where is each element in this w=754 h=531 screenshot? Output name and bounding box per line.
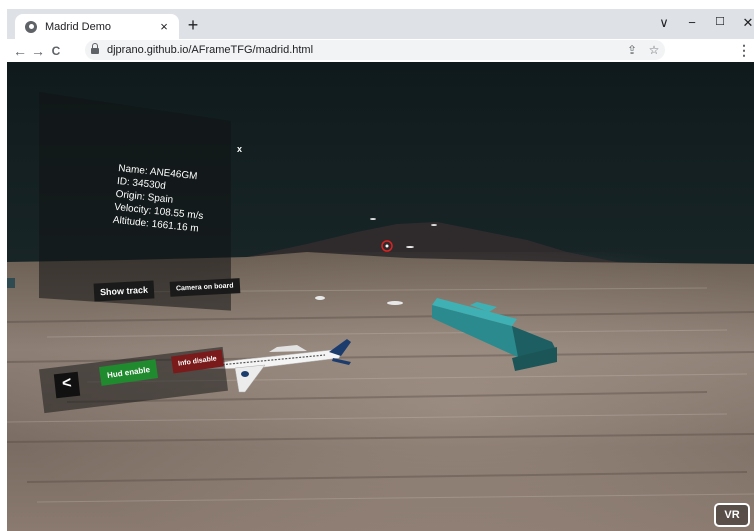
close-window-button[interactable]: ✕ [738, 15, 754, 31]
tab-close-button[interactable]: × [155, 19, 173, 34]
browser-toolbar: ← → C djprano.github.io/AFrameTFG/madrid… [7, 39, 754, 62]
hud-back-button[interactable]: < [53, 371, 81, 399]
info-close-button[interactable]: x [237, 144, 242, 154]
browser-window: Madrid Demo × + ∨ − ☐ ✕ ← → C djprano.gi… [7, 9, 754, 531]
tab-madrid-demo[interactable]: Madrid Demo × [15, 14, 179, 39]
share-icon[interactable]: ⇪ [621, 43, 643, 57]
url-text[interactable]: djprano.github.io/AFrameTFG/madrid.html [107, 44, 621, 56]
new-tab-button[interactable]: + [182, 14, 204, 36]
address-bar[interactable]: djprano.github.io/AFrameTFG/madrid.html … [85, 40, 665, 60]
lock-icon [91, 43, 99, 54]
flight-info: Name: ANE46GM ID: 34530d Origin: Spain V… [112, 162, 208, 236]
vr-mode-button[interactable]: VR [714, 503, 750, 527]
tab-search-button[interactable]: ∨ [654, 15, 674, 31]
minimize-button[interactable]: − [682, 15, 702, 30]
globe-favicon-icon [25, 20, 37, 33]
star-icon[interactable]: ☆ [643, 43, 665, 57]
forward-button[interactable]: → [29, 43, 47, 59]
aframe-scene[interactable]: x Name: ANE46GM ID: 34530d Origin: Spain… [7, 62, 754, 531]
back-button[interactable]: ← [11, 43, 29, 59]
tab-strip: Madrid Demo × + ∨ − ☐ ✕ [7, 9, 754, 39]
kebab-menu-icon[interactable]: ⋮ [735, 42, 753, 59]
reload-button[interactable]: C [47, 44, 65, 58]
tab-title: Madrid Demo [45, 20, 112, 33]
show-track-button[interactable]: Show track [93, 280, 155, 302]
maximize-button[interactable]: ☐ [710, 15, 730, 28]
